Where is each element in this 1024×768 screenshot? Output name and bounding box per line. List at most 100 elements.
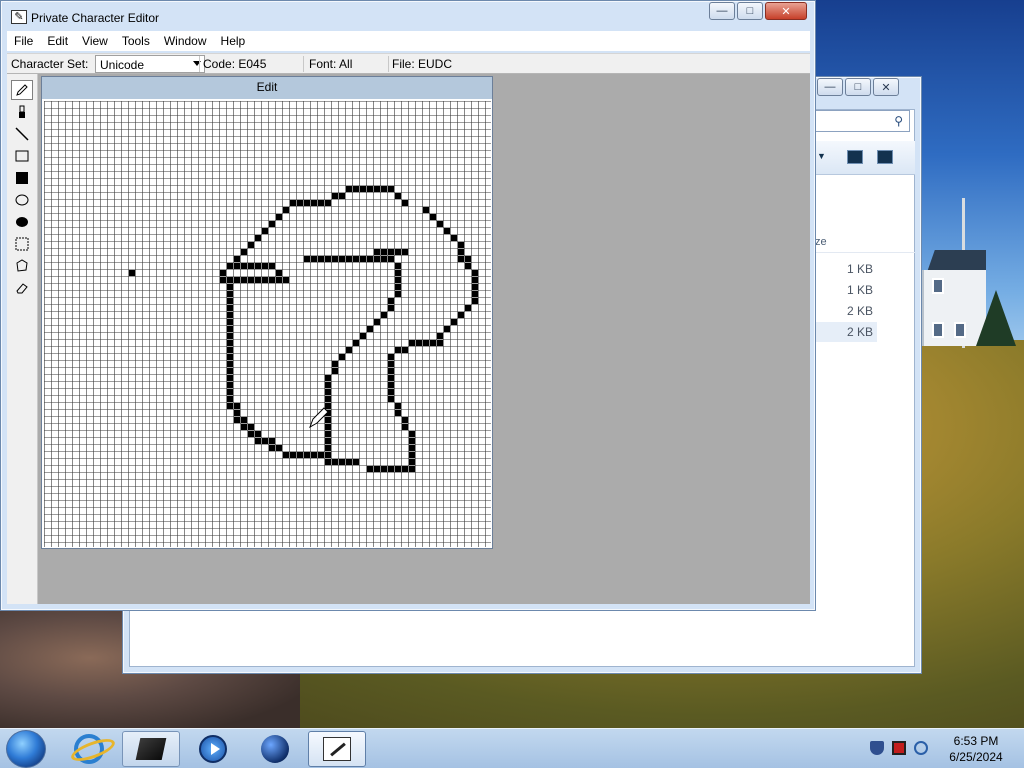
- filled-rectangle-tool[interactable]: [11, 168, 33, 188]
- glyph-pixel[interactable]: [423, 340, 429, 346]
- glyph-pixel[interactable]: [388, 249, 394, 255]
- glyph-pixel[interactable]: [381, 466, 387, 472]
- glyph-pixel[interactable]: [395, 347, 401, 353]
- title-bar[interactable]: ✎ Private Character Editor — □ ✕: [1, 1, 815, 31]
- menu-help[interactable]: Help: [214, 34, 253, 48]
- glyph-pixel[interactable]: [332, 459, 338, 465]
- glyph-pixel[interactable]: [241, 424, 247, 430]
- glyph-pixel[interactable]: [346, 256, 352, 262]
- glyph-pixel[interactable]: [402, 200, 408, 206]
- glyph-pixel[interactable]: [227, 403, 233, 409]
- glyph-pixel[interactable]: [325, 382, 331, 388]
- glyph-pixel[interactable]: [234, 277, 240, 283]
- line-tool[interactable]: [11, 124, 33, 144]
- glyph-pixel[interactable]: [395, 263, 401, 269]
- glyph-pixel[interactable]: [241, 263, 247, 269]
- glyph-pixel[interactable]: [332, 361, 338, 367]
- glyph-pixel[interactable]: [325, 256, 331, 262]
- hollow-ellipse-tool[interactable]: [11, 190, 33, 210]
- glyph-pixel[interactable]: [339, 354, 345, 360]
- glyph-pixel[interactable]: [402, 424, 408, 430]
- glyph-pixel[interactable]: [227, 326, 233, 332]
- glyph-pixel[interactable]: [402, 249, 408, 255]
- glyph-pixel[interactable]: [339, 459, 345, 465]
- glyph-pixel[interactable]: [262, 228, 268, 234]
- glyph-pixel[interactable]: [234, 256, 240, 262]
- glyph-pixel[interactable]: [325, 417, 331, 423]
- glyph-edit-grid[interactable]: [44, 101, 491, 547]
- help-icon[interactable]: [877, 150, 893, 164]
- glyph-pixel[interactable]: [388, 396, 394, 402]
- preview-pane-icon[interactable]: [847, 150, 863, 164]
- glyph-pixel[interactable]: [388, 375, 394, 381]
- glyph-pixel[interactable]: [227, 333, 233, 339]
- hollow-rectangle-tool[interactable]: [11, 146, 33, 166]
- file-size[interactable]: 2 KB: [815, 322, 877, 342]
- glyph-pixel[interactable]: [402, 417, 408, 423]
- glyph-pixel[interactable]: [444, 326, 450, 332]
- glyph-pixel[interactable]: [395, 466, 401, 472]
- glyph-pixel[interactable]: [227, 368, 233, 374]
- glyph-pixel[interactable]: [465, 256, 471, 262]
- glyph-pixel[interactable]: [269, 445, 275, 451]
- glyph-pixel[interactable]: [325, 438, 331, 444]
- menu-view[interactable]: View: [75, 34, 115, 48]
- glyph-pixel[interactable]: [325, 396, 331, 402]
- glyph-pixel[interactable]: [395, 284, 401, 290]
- glyph-pixel[interactable]: [409, 466, 415, 472]
- glyph-pixel[interactable]: [255, 431, 261, 437]
- glyph-pixel[interactable]: [381, 186, 387, 192]
- glyph-pixel[interactable]: [346, 186, 352, 192]
- glyph-pixel[interactable]: [430, 214, 436, 220]
- action-center-icon[interactable]: [892, 741, 906, 755]
- maximize-button[interactable]: □: [737, 2, 763, 20]
- glyph-pixel[interactable]: [276, 214, 282, 220]
- glyph-pixel[interactable]: [395, 291, 401, 297]
- taskbar-media-player[interactable]: [184, 731, 242, 767]
- glyph-pixel[interactable]: [234, 263, 240, 269]
- glyph-pixel[interactable]: [255, 438, 261, 444]
- start-button[interactable]: [6, 730, 46, 768]
- glyph-pixel[interactable]: [395, 249, 401, 255]
- glyph-pixel[interactable]: [472, 298, 478, 304]
- file-size[interactable]: 1 KB: [815, 259, 877, 279]
- glyph-pixel[interactable]: [304, 200, 310, 206]
- glyph-pixel[interactable]: [395, 410, 401, 416]
- glyph-pixel[interactable]: [241, 277, 247, 283]
- glyph-pixel[interactable]: [409, 340, 415, 346]
- glyph-pixel[interactable]: [227, 396, 233, 402]
- glyph-pixel[interactable]: [325, 452, 331, 458]
- glyph-pixel[interactable]: [290, 452, 296, 458]
- glyph-pixel[interactable]: [388, 466, 394, 472]
- glyph-pixel[interactable]: [325, 403, 331, 409]
- glyph-pixel[interactable]: [129, 270, 135, 276]
- glyph-pixel[interactable]: [472, 291, 478, 297]
- glyph-pixel[interactable]: [388, 305, 394, 311]
- glyph-pixel[interactable]: [276, 445, 282, 451]
- glyph-pixel[interactable]: [227, 284, 233, 290]
- glyph-pixel[interactable]: [325, 375, 331, 381]
- glyph-pixel[interactable]: [248, 431, 254, 437]
- rectangular-selection-tool[interactable]: [11, 234, 33, 254]
- glyph-pixel[interactable]: [367, 326, 373, 332]
- glyph-pixel[interactable]: [318, 452, 324, 458]
- taskbar-internet-explorer[interactable]: [60, 731, 118, 767]
- glyph-pixel[interactable]: [262, 277, 268, 283]
- glyph-pixel[interactable]: [409, 452, 415, 458]
- glyph-pixel[interactable]: [248, 242, 254, 248]
- file-size[interactable]: 1 KB: [815, 280, 877, 300]
- glyph-pixel[interactable]: [402, 466, 408, 472]
- glyph-pixel[interactable]: [325, 389, 331, 395]
- glyph-pixel[interactable]: [234, 417, 240, 423]
- glyph-pixel[interactable]: [353, 340, 359, 346]
- glyph-pixel[interactable]: [374, 186, 380, 192]
- glyph-pixel[interactable]: [234, 403, 240, 409]
- glyph-pixel[interactable]: [360, 186, 366, 192]
- shield-icon[interactable]: [870, 741, 884, 755]
- glyph-grid-canvas[interactable]: [44, 101, 491, 547]
- glyph-pixel[interactable]: [220, 277, 226, 283]
- glyph-pixel[interactable]: [248, 263, 254, 269]
- glyph-pixel[interactable]: [262, 438, 268, 444]
- glyph-pixel[interactable]: [311, 256, 317, 262]
- search-input[interactable]: ⚲: [813, 110, 910, 132]
